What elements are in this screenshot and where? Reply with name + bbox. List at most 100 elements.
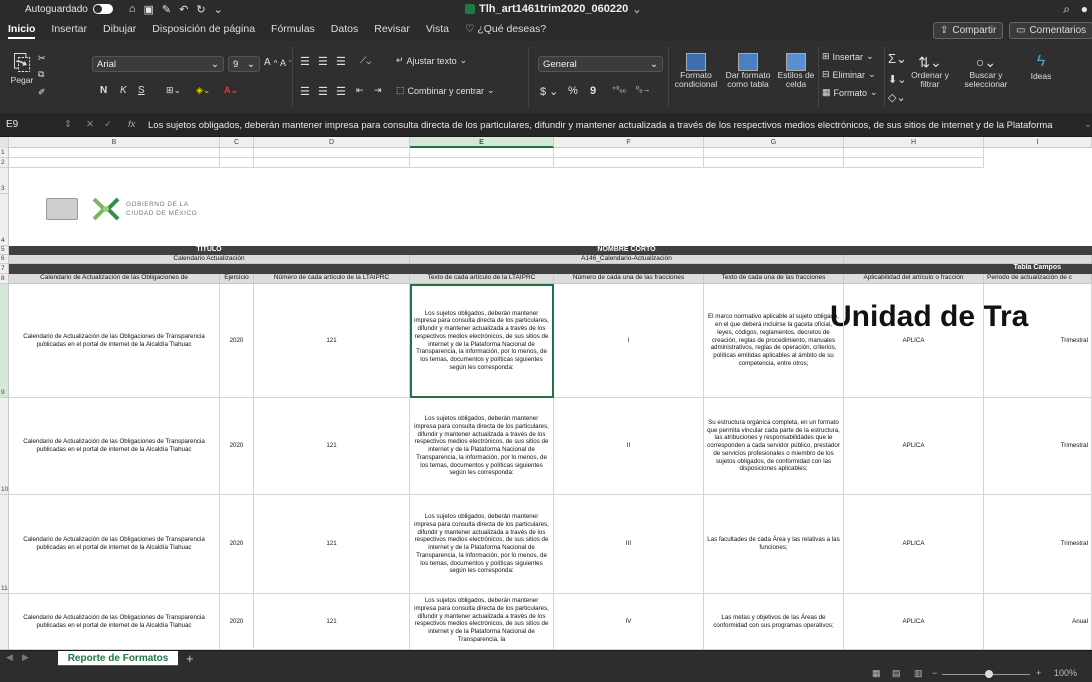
titulo-value[interactable]: Calendario Actualización: [9, 255, 410, 264]
cell[interactable]: [844, 158, 984, 168]
column-title-d[interactable]: Número de cada artículo de la LTAIPRC: [254, 274, 410, 284]
page-layout-icon[interactable]: ▤: [892, 668, 901, 679]
sort-filter-button[interactable]: ⇅⌄ Ordenar y filtrar: [904, 53, 956, 90]
row-header-5[interactable]: 5: [0, 246, 9, 255]
cell[interactable]: [9, 158, 220, 168]
table-cell[interactable]: I: [554, 284, 704, 398]
cell[interactable]: [254, 148, 410, 158]
conditional-format-button[interactable]: Formato condicional: [672, 53, 720, 90]
sub-cell[interactable]: [844, 255, 1092, 264]
tab-vista[interactable]: Vista: [418, 18, 457, 41]
column-header-g[interactable]: G: [704, 137, 844, 148]
home-icon[interactable]: ⌂: [129, 3, 136, 16]
font-size-select[interactable]: 9 ⌄: [228, 56, 260, 72]
cell[interactable]: [220, 148, 254, 158]
cell[interactable]: [220, 158, 254, 168]
bold-button[interactable]: N: [100, 85, 107, 96]
column-title-h[interactable]: Aplicabilidad del artículo o fracción: [844, 274, 984, 284]
tab-insertar[interactable]: Insertar: [43, 18, 95, 41]
sheet-tab-reporte[interactable]: Reporte de Formatos: [58, 651, 178, 667]
borders-icon[interactable]: ⊞⌄: [166, 85, 181, 96]
more-icon[interactable]: ⌄: [214, 3, 223, 16]
table-cell[interactable]: 2020: [220, 284, 254, 398]
tab-formulas[interactable]: Fórmulas: [263, 18, 323, 41]
align-left-icon[interactable]: ☰: [300, 85, 310, 98]
column-title-i[interactable]: Periodo de actualización de c: [984, 274, 1092, 284]
prev-sheet-icon[interactable]: ◀: [6, 652, 13, 663]
orientation-icon[interactable]: ⟋⌄: [360, 55, 371, 66]
increase-decimal-icon[interactable]: ⁺⁰₀₀: [612, 85, 626, 94]
table-cell[interactable]: Calendario de Actualización de las Oblig…: [9, 594, 220, 650]
tab-dibujar[interactable]: Dibujar: [95, 18, 144, 41]
confirm-icon[interactable]: ✓: [104, 119, 112, 130]
table-cell[interactable]: 2020: [220, 495, 254, 594]
table-cell[interactable]: Los sujetos obligados, deberán mantener …: [410, 398, 554, 495]
font-name-select[interactable]: Arial ⌄: [92, 56, 224, 72]
ideas-button[interactable]: ϟ Ideas: [1024, 53, 1058, 81]
comma-style-button[interactable]: 9: [590, 85, 596, 97]
tabla-campos-header[interactable]: Tabla Campos: [9, 264, 1092, 274]
table-cell[interactable]: Los sujetos obligados, deberán mantener …: [410, 594, 554, 650]
italic-button[interactable]: K: [120, 85, 127, 96]
row-header-11[interactable]: 11: [0, 495, 9, 594]
cut-icon[interactable]: ✂: [38, 53, 46, 64]
cell[interactable]: [254, 158, 410, 168]
column-header-d[interactable]: D: [254, 137, 410, 148]
search-icon[interactable]: ⌕: [1063, 2, 1070, 17]
tell-me-search[interactable]: ♡ ¿Qué deseas?: [457, 18, 554, 41]
table-cell[interactable]: APLICA: [844, 495, 984, 594]
normal-view-icon[interactable]: ▦: [872, 668, 881, 679]
table-cell[interactable]: APLICA: [844, 284, 984, 398]
table-cell[interactable]: 121: [254, 398, 410, 495]
copy-icon[interactable]: ⧉: [38, 69, 44, 80]
table-cell[interactable]: Trimestral: [984, 284, 1092, 398]
fill-color-icon[interactable]: ◈⌄: [196, 85, 210, 96]
format-painter-icon[interactable]: ✐: [38, 87, 46, 98]
next-sheet-icon[interactable]: ▶: [22, 652, 29, 663]
expand-formula-icon[interactable]: ⌄: [1084, 119, 1092, 130]
zoom-level[interactable]: 100%: [1054, 668, 1077, 678]
table-cell[interactable]: Las metas y objetivos de las Áreas de co…: [704, 594, 844, 650]
percent-button[interactable]: %: [568, 85, 578, 97]
cell[interactable]: [9, 148, 220, 158]
align-middle-icon[interactable]: ☰: [318, 55, 328, 68]
comments-button[interactable]: ▭ Comentarios: [1009, 22, 1092, 39]
wrap-text-button[interactable]: ↵ Ajustar texto ⌄: [396, 55, 467, 66]
select-all-corner[interactable]: [0, 137, 9, 148]
zoom-slider-handle[interactable]: [985, 670, 993, 678]
underline-button[interactable]: S: [138, 85, 145, 96]
table-cell[interactable]: 2020: [220, 594, 254, 650]
table-cell[interactable]: Calendario de Actualización de las Oblig…: [9, 284, 220, 398]
add-sheet-button[interactable]: +: [186, 651, 194, 666]
row-header-6[interactable]: 6: [0, 255, 9, 264]
table-cell[interactable]: Trimestral: [984, 495, 1092, 594]
cancel-icon[interactable]: ✕: [86, 119, 94, 130]
cell-styles-button[interactable]: Estilos de celda: [776, 53, 816, 90]
row-header-4[interactable]: 4: [0, 194, 9, 246]
titulo-header[interactable]: TÍTULO: [9, 246, 410, 255]
format-as-table-button[interactable]: Dar formato como tabla: [722, 53, 774, 90]
align-bottom-icon[interactable]: ☰: [336, 55, 346, 68]
align-right-icon[interactable]: ☰: [336, 85, 346, 98]
merge-center-button[interactable]: ⬚ Combinar y centrar ⌄: [396, 85, 495, 96]
align-center-icon[interactable]: ☰: [318, 85, 328, 98]
column-title-c[interactable]: Ejercicio: [220, 274, 254, 284]
column-title-g[interactable]: Texto de cada una de las fracciones: [704, 274, 844, 284]
zoom-out-icon[interactable]: −: [932, 668, 937, 678]
table-cell[interactable]: Anual: [984, 594, 1092, 650]
row-header-3[interactable]: 3: [0, 168, 9, 194]
row-header-10[interactable]: 10: [0, 398, 9, 495]
tab-disposicion[interactable]: Disposición de página: [144, 18, 263, 41]
cell[interactable]: [410, 158, 554, 168]
format-cells-button[interactable]: ▦ Formato ⌄: [822, 87, 878, 98]
increase-indent-icon[interactable]: ⇥: [374, 85, 382, 96]
table-cell[interactable]: III: [554, 495, 704, 594]
delete-cells-button[interactable]: ⊟ Eliminar ⌄: [822, 69, 876, 80]
row-header-12[interactable]: [0, 594, 9, 650]
table-cell[interactable]: Trimestral: [984, 398, 1092, 495]
stepper-icon[interactable]: ⇕: [64, 119, 72, 130]
table-cell[interactable]: 121: [254, 284, 410, 398]
column-header-i[interactable]: I: [984, 137, 1092, 148]
table-cell[interactable]: Su estructura orgánica completa, en un f…: [704, 398, 844, 495]
toggle-switch[interactable]: [92, 4, 113, 14]
